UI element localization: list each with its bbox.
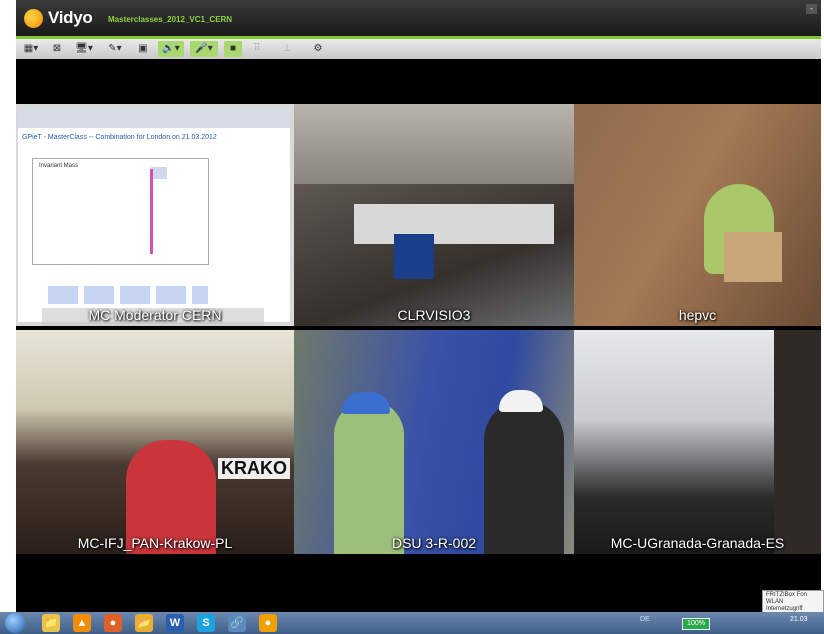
plot-title: Invariant Mass	[39, 163, 79, 169]
start-button-icon[interactable]	[5, 613, 25, 633]
share-button[interactable]: ✎▾	[102, 41, 128, 57]
app-brand: Vidyo	[48, 8, 93, 27]
shared-screen: GPieT - MasterClass -- Combination for L…	[18, 110, 290, 322]
language-indicator[interactable]: DE	[640, 616, 650, 623]
vidyo-logo-icon	[24, 9, 43, 28]
minimize-button[interactable]: -	[806, 4, 817, 14]
participant-left	[334, 400, 404, 554]
clock[interactable]: 21.03	[790, 616, 808, 623]
box	[724, 232, 782, 282]
tile-label: CLRVISIO3	[397, 307, 471, 323]
tile-label: DSU 3-R-002	[391, 535, 477, 551]
skype-taskbar-icon[interactable]: S	[197, 614, 215, 632]
helmet-white	[499, 390, 543, 412]
battery-indicator[interactable]: 100%	[682, 618, 710, 630]
network-notification[interactable]: FRITZ!Box Fon WLAN Internetzugriff	[762, 590, 824, 614]
vlc-taskbar-icon[interactable]: ▲	[73, 614, 91, 632]
participant-closeup	[774, 330, 821, 554]
helmet-blue	[342, 392, 390, 414]
tile-label: MC-UGranada-Granada-ES	[610, 535, 785, 551]
settings-button[interactable]: ⚙	[308, 41, 328, 57]
fullscreen-button[interactable]: ⊠	[48, 41, 66, 57]
tile-label: MC-IFJ_PAN-Krakow-PL	[77, 535, 233, 551]
video-tile-krakow[interactable]: KRAKO MC-IFJ_PAN-Krakow-PL	[16, 330, 294, 554]
video-tile-dsu[interactable]: DSU 3-R-002	[294, 330, 574, 554]
participant-right	[484, 400, 564, 554]
layout-button[interactable]: ▦▾	[20, 41, 42, 57]
video-tile-granada[interactable]: MC-UGranada-Granada-ES	[574, 330, 821, 554]
browser-toolbar	[18, 110, 290, 128]
word-taskbar-icon[interactable]: W	[166, 614, 184, 632]
video-tile-moderator[interactable]: GPieT - MasterClass -- Combination for L…	[16, 104, 294, 326]
desks	[354, 204, 554, 244]
vidyo-taskbar-icon[interactable]: ●	[259, 614, 277, 632]
shared-screen-title: GPieT - MasterClass -- Combination for L…	[22, 134, 217, 141]
speaker-button[interactable]: 🔊▾	[158, 41, 184, 57]
folder-taskbar-icon[interactable]: 📂	[135, 614, 153, 632]
video-tile-hepvc[interactable]: hepvc	[574, 104, 821, 326]
invariant-mass-plot: Invariant Mass	[32, 158, 209, 265]
plot-legend	[151, 167, 167, 179]
room-wall	[294, 104, 574, 184]
microphone-button[interactable]: 🎤▾	[190, 41, 218, 57]
title-bar: Vidyo Masterclasses_2012_VC1_CERN -	[16, 0, 821, 36]
tile-label: hepvc	[678, 307, 717, 323]
taskbar: 📁 ▲ ● 📂 W S 🔗 ● DE 100% 21.03	[0, 612, 824, 634]
explorer-taskbar-icon[interactable]: 📁	[42, 614, 60, 632]
monitor-button[interactable]: 🖥▾	[72, 41, 96, 57]
camera-button[interactable]: ■	[224, 41, 242, 57]
mass-peak	[150, 169, 153, 254]
vidyo-window: Vidyo Masterclasses_2012_VC1_CERN - ▦▾ ⊠ 🖥…	[16, 0, 821, 612]
video-tile-clrvisio3[interactable]: CLRVISIO3	[294, 104, 574, 326]
network-taskbar-icon[interactable]: 🔗	[228, 614, 246, 632]
result-fields	[48, 286, 208, 304]
conference-name: Masterclasses_2012_VC1_CERN	[108, 15, 233, 24]
selfview-button[interactable]: ▣	[134, 41, 152, 57]
tile-label: MC Moderator CERN	[88, 307, 222, 323]
firefox-taskbar-icon[interactable]: ●	[104, 614, 122, 632]
dialpad-button: ⠿	[253, 43, 261, 54]
poster	[394, 234, 434, 279]
audience-sign: KRAKO	[218, 458, 290, 479]
network-button: ⊥	[282, 43, 292, 54]
notification-line: FRITZ!Box Fon WLAN	[766, 592, 808, 605]
toolbar: ▦▾ ⊠ 🖥▾ ✎▾ ▣ 🔊▾ 🎤▾ ■ ⠿ ⊥ ⚙	[16, 39, 821, 59]
video-grid: GPieT - MasterClass -- Combination for L…	[16, 104, 821, 554]
